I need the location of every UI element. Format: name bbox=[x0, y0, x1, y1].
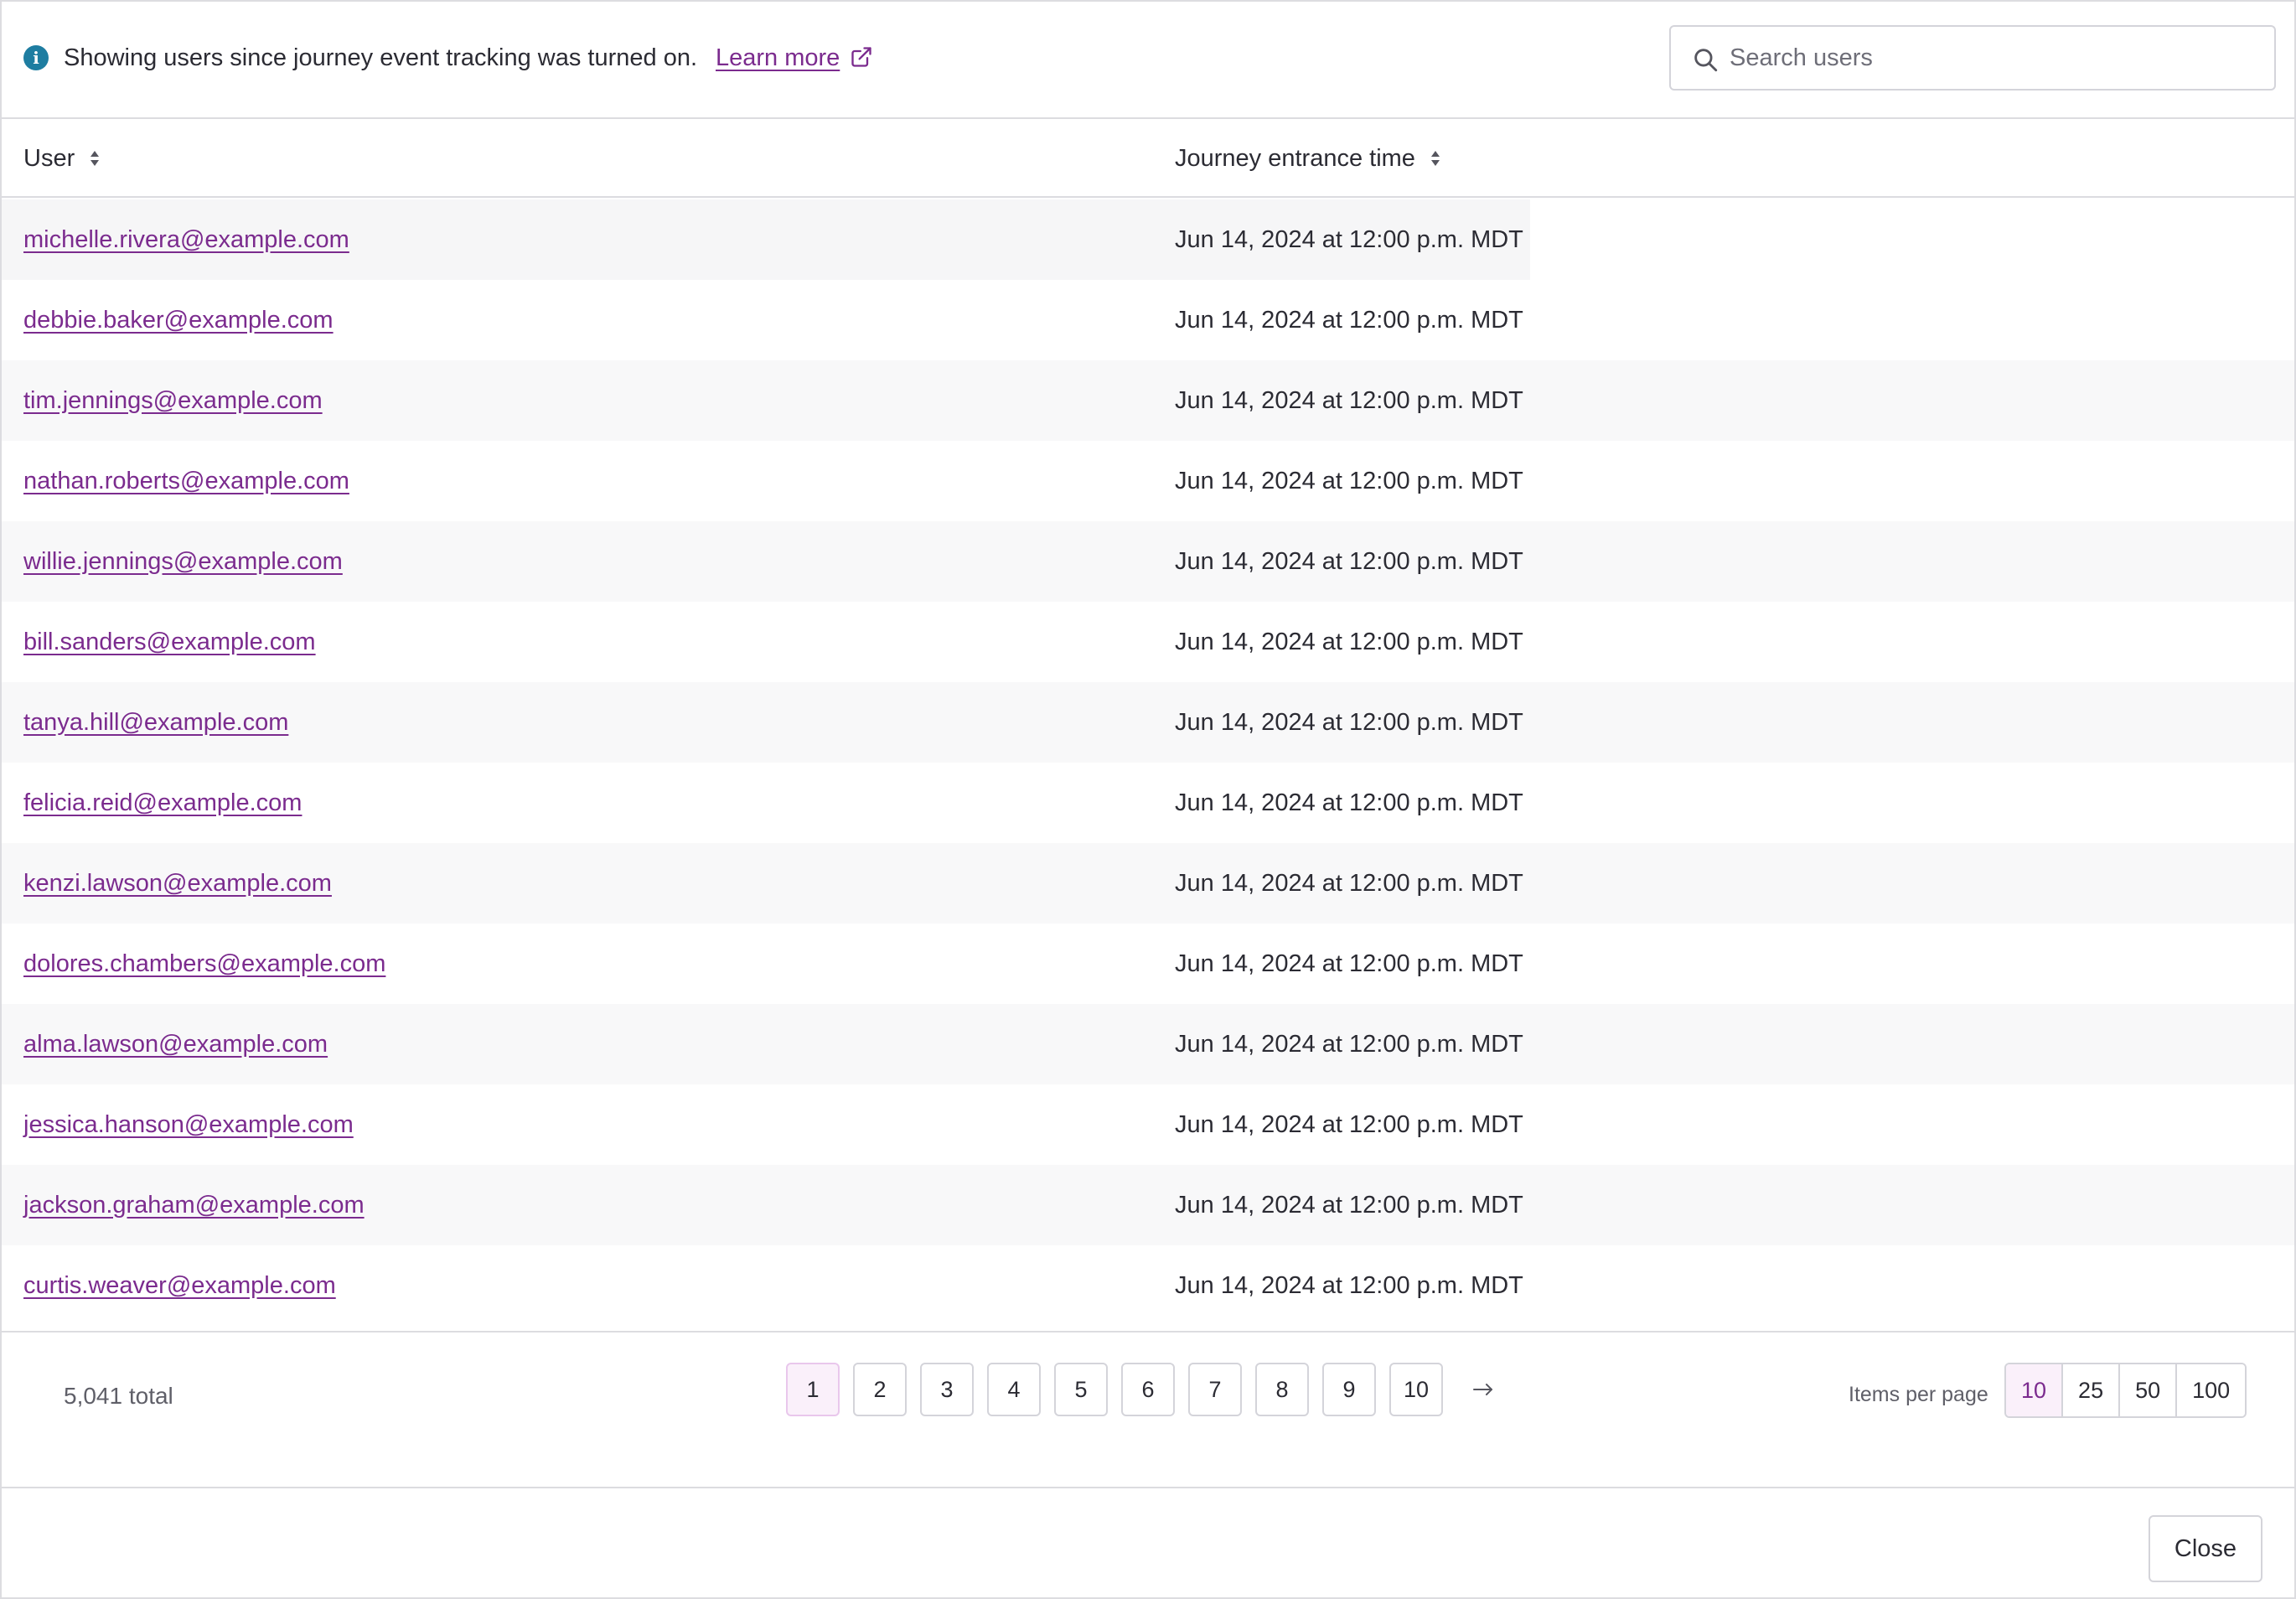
entrance-time: Jun 14, 2024 at 12:00 p.m. MDT bbox=[1175, 789, 1523, 816]
sort-icon[interactable] bbox=[88, 149, 101, 168]
table-row: willie.jennings@example.com Jun 14, 2024… bbox=[2, 521, 2294, 602]
entrance-time: Jun 14, 2024 at 12:00 p.m. MDT bbox=[1175, 386, 1523, 414]
info-icon: i bbox=[23, 45, 49, 70]
user-link[interactable]: nathan.roberts@example.com bbox=[23, 441, 349, 521]
arrow-right-icon bbox=[1473, 1384, 1492, 1395]
table-row: debbie.baker@example.com Jun 14, 2024 at… bbox=[2, 280, 2294, 360]
page-button-8[interactable]: 8 bbox=[1255, 1363, 1309, 1416]
user-link[interactable]: tanya.hill@example.com bbox=[23, 682, 288, 763]
sort-icon[interactable] bbox=[1429, 149, 1442, 168]
items-per-page-label: Items per page bbox=[1849, 1383, 1988, 1406]
table-row: bill.sanders@example.com Jun 14, 2024 at… bbox=[2, 602, 2294, 682]
page-button-2[interactable]: 2 bbox=[853, 1363, 907, 1416]
page-button-6[interactable]: 6 bbox=[1121, 1363, 1175, 1416]
entrance-time: Jun 14, 2024 at 12:00 p.m. MDT bbox=[1175, 1030, 1523, 1058]
next-page-button[interactable] bbox=[1456, 1363, 1510, 1416]
pagination-bar: 5,041 total 1 2 3 4 5 6 7 8 9 10 Items p… bbox=[2, 1331, 2294, 1487]
user-link[interactable]: debbie.baker@example.com bbox=[23, 280, 334, 360]
page-buttons: 1 2 3 4 5 6 7 8 9 10 bbox=[786, 1363, 1510, 1416]
user-link[interactable]: dolores.chambers@example.com bbox=[23, 924, 385, 1004]
table-row: jessica.hanson@example.com Jun 14, 2024 … bbox=[2, 1084, 2294, 1165]
table-row: jackson.graham@example.com Jun 14, 2024 … bbox=[2, 1165, 2294, 1245]
table-row: alma.lawson@example.com Jun 14, 2024 at … bbox=[2, 1004, 2294, 1084]
search-field[interactable] bbox=[1669, 25, 2276, 91]
items-per-page-100[interactable]: 100 bbox=[2175, 1364, 2246, 1416]
page-button-7[interactable]: 7 bbox=[1188, 1363, 1242, 1416]
column-header-label: User bbox=[23, 144, 75, 172]
entrance-time: Jun 14, 2024 at 12:00 p.m. MDT bbox=[1175, 547, 1523, 575]
entrance-time: Jun 14, 2024 at 12:00 p.m. MDT bbox=[1175, 628, 1523, 655]
table-row: curtis.weaver@example.com Jun 14, 2024 a… bbox=[2, 1245, 2294, 1326]
info-message: Showing users since journey event tracki… bbox=[64, 44, 698, 71]
user-link[interactable]: bill.sanders@example.com bbox=[23, 602, 316, 682]
items-per-page-50[interactable]: 50 bbox=[2118, 1364, 2176, 1416]
table-row: dolores.chambers@example.com Jun 14, 202… bbox=[2, 924, 2294, 1004]
items-per-page-25[interactable]: 25 bbox=[2061, 1364, 2119, 1416]
entrance-time: Jun 14, 2024 at 12:00 p.m. MDT bbox=[1175, 306, 1523, 334]
entrance-time: Jun 14, 2024 at 12:00 p.m. MDT bbox=[1175, 869, 1523, 897]
user-link[interactable]: jessica.hanson@example.com bbox=[23, 1084, 354, 1165]
items-per-page-selector: 10 25 50 100 bbox=[2004, 1363, 2247, 1418]
total-count: 5,041 total bbox=[64, 1383, 173, 1409]
entrance-time: Jun 14, 2024 at 12:00 p.m. MDT bbox=[1175, 467, 1523, 494]
entrance-time: Jun 14, 2024 at 12:00 p.m. MDT bbox=[1175, 950, 1523, 977]
page-button-3[interactable]: 3 bbox=[920, 1363, 974, 1416]
users-modal: i Showing users since journey event trac… bbox=[0, 0, 2296, 1599]
table-row: felicia.reid@example.com Jun 14, 2024 at… bbox=[2, 763, 2294, 843]
entrance-time: Jun 14, 2024 at 12:00 p.m. MDT bbox=[1175, 1271, 1523, 1299]
entrance-time: Jun 14, 2024 at 12:00 p.m. MDT bbox=[1175, 1191, 1523, 1219]
table-row: michelle.rivera@example.com Jun 14, 2024… bbox=[2, 199, 2294, 280]
entrance-time: Jun 14, 2024 at 12:00 p.m. MDT bbox=[1175, 225, 1523, 253]
table-row: nathan.roberts@example.com Jun 14, 2024 … bbox=[2, 441, 2294, 521]
search-icon bbox=[1694, 49, 1718, 72]
table-body: michelle.rivera@example.com Jun 14, 2024… bbox=[2, 199, 2294, 1326]
column-header-user[interactable]: User bbox=[23, 119, 101, 198]
page-button-4[interactable]: 4 bbox=[987, 1363, 1041, 1416]
column-header-label: Journey entrance time bbox=[1175, 144, 1415, 172]
user-link[interactable]: kenzi.lawson@example.com bbox=[23, 843, 332, 924]
page-button-10[interactable]: 10 bbox=[1389, 1363, 1443, 1416]
modal-footer: Close bbox=[2, 1487, 2294, 1599]
page-button-1[interactable]: 1 bbox=[786, 1363, 840, 1416]
user-link[interactable]: willie.jennings@example.com bbox=[23, 521, 343, 602]
items-per-page-10[interactable]: 10 bbox=[2006, 1364, 2062, 1416]
search-input[interactable] bbox=[1730, 37, 2249, 79]
entrance-time: Jun 14, 2024 at 12:00 p.m. MDT bbox=[1175, 1110, 1523, 1138]
user-link[interactable]: felicia.reid@example.com bbox=[23, 763, 302, 843]
user-link[interactable]: curtis.weaver@example.com bbox=[23, 1245, 336, 1326]
page-button-5[interactable]: 5 bbox=[1054, 1363, 1108, 1416]
page-button-9[interactable]: 9 bbox=[1322, 1363, 1376, 1416]
user-link[interactable]: michelle.rivera@example.com bbox=[23, 199, 349, 280]
column-header-journey-entrance-time[interactable]: Journey entrance time bbox=[1175, 119, 1442, 198]
learn-more-link[interactable]: Learn more bbox=[716, 42, 840, 74]
table-row: tanya.hill@example.com Jun 14, 2024 at 1… bbox=[2, 682, 2294, 763]
info-bar: i Showing users since journey event trac… bbox=[2, 2, 2294, 119]
user-link[interactable]: tim.jennings@example.com bbox=[23, 360, 323, 441]
user-link[interactable]: jackson.graham@example.com bbox=[23, 1165, 365, 1245]
external-link-icon[interactable] bbox=[850, 45, 873, 69]
user-link[interactable]: alma.lawson@example.com bbox=[23, 1004, 328, 1084]
table-row: kenzi.lawson@example.com Jun 14, 2024 at… bbox=[2, 843, 2294, 924]
entrance-time: Jun 14, 2024 at 12:00 p.m. MDT bbox=[1175, 708, 1523, 736]
table-header: User Journey entrance time bbox=[2, 119, 2294, 198]
table-row: tim.jennings@example.com Jun 14, 2024 at… bbox=[2, 360, 2294, 441]
close-button[interactable]: Close bbox=[2149, 1515, 2262, 1582]
